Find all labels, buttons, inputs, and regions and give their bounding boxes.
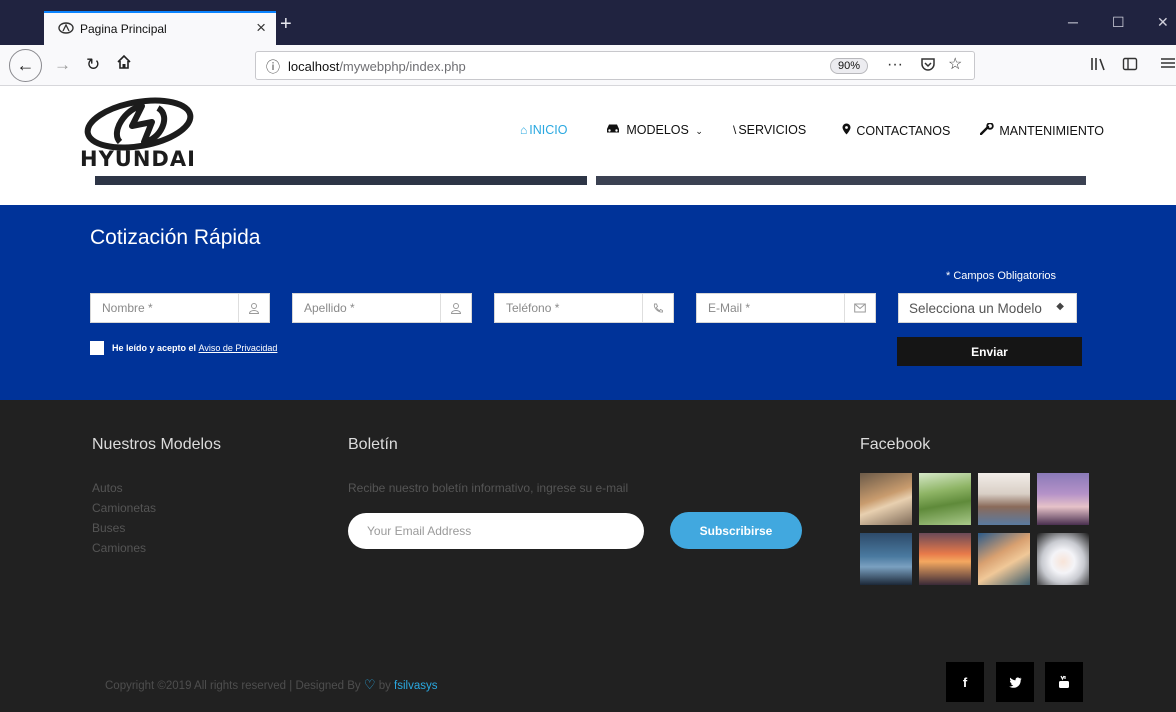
model-select[interactable]: Selecciona un Modelo ◆ [898, 293, 1077, 323]
user-icon [238, 294, 269, 322]
envelope-icon [844, 294, 875, 322]
facebook-photo[interactable] [919, 473, 971, 525]
maximize-icon[interactable]: ☐ [1112, 14, 1125, 30]
nav-item-inicio[interactable]: ⌂ INICIO [520, 123, 567, 137]
nav-item-servicios[interactable]: \ SERVICIOS [733, 123, 806, 137]
apellido-input[interactable] [293, 294, 441, 322]
hero-image-strip [596, 176, 1086, 185]
tab-close-icon[interactable]: × [256, 18, 266, 38]
footer-link-camiones[interactable]: Camiones [92, 541, 146, 555]
required-note: * Campos Obligatorios [946, 270, 1057, 282]
hero-image-strip [95, 176, 587, 185]
facebook-photo[interactable] [860, 473, 912, 525]
twitter-icon[interactable] [996, 662, 1034, 702]
forward-icon[interactable]: → [54, 54, 71, 76]
facebook-photo[interactable] [978, 533, 1030, 585]
nombre-field [90, 293, 270, 323]
bookmark-star-icon[interactable]: ☆ [948, 56, 962, 74]
footer-link-autos[interactable]: Autos [92, 481, 123, 495]
browser-nav-bar: ← → ↻ ⓘ localhost/mywebphp/index.php 90%… [0, 45, 1176, 86]
facebook-heading: Facebook [860, 436, 931, 453]
footer-link-buses[interactable]: Buses [92, 521, 125, 535]
facebook-icon[interactable]: f [946, 662, 984, 702]
facebook-photo[interactable] [1037, 533, 1089, 585]
models-heading: Nuestros Modelos [92, 436, 221, 453]
heart-icon: ♡ [363, 677, 376, 692]
car-icon [605, 123, 624, 137]
pocket-icon[interactable] [920, 56, 936, 77]
site-footer: Nuestros Modelos Autos Camionetas Buses … [0, 400, 1176, 712]
close-icon[interactable]: ✕ [1157, 14, 1169, 30]
privacy-terms: He leído y acepto el Aviso de Privacidad [112, 343, 278, 353]
url-text: localhost/mywebphp/index.php [288, 59, 466, 74]
menu-icon[interactable] [1161, 56, 1175, 75]
telefono-field [494, 293, 674, 323]
privacy-link[interactable]: Aviso de Privacidad [199, 343, 278, 353]
page-actions-icon[interactable]: ··· [887, 56, 903, 74]
apellido-field [292, 293, 472, 323]
library-icon[interactable] [1090, 56, 1107, 77]
logo-wordmark: HYUNDAI [80, 147, 196, 171]
zoom-badge[interactable]: 90% [830, 58, 869, 74]
select-arrow-icon: ◆ [1056, 301, 1064, 312]
tab-title: Pagina Principal [80, 22, 167, 36]
quick-quote-section: Cotización Rápida * Campos Obligatorios … [0, 205, 1176, 400]
youtube-icon[interactable] [1045, 662, 1083, 702]
nav-item-modelos[interactable]: MODELOS ⌄ [605, 123, 703, 137]
tab-favicon-icon [58, 20, 74, 39]
info-icon[interactable]: ⓘ [266, 57, 280, 77]
email-field [696, 293, 876, 323]
newsletter-text: Recibe nuestro boletín informativo, ingr… [348, 481, 629, 495]
facebook-photo[interactable] [919, 533, 971, 585]
url-bar[interactable]: ⓘ localhost/mywebphp/index.php 90% ··· ☆ [255, 51, 975, 80]
reload-icon[interactable]: ↻ [86, 54, 100, 76]
copyright-text: Copyright ©2019 All rights reserved | De… [105, 677, 438, 692]
wrench-icon [979, 122, 997, 138]
home-icon: ⌂ [520, 123, 528, 137]
rss-icon: \ [733, 123, 737, 137]
phone-icon [642, 294, 673, 322]
browser-tab-bar: Pagina Principal × + ─ ☐ ✕ [0, 0, 1176, 45]
designer-link[interactable]: fsilvasys [394, 680, 437, 692]
browser-tab[interactable]: Pagina Principal × [44, 11, 276, 45]
nav-item-contactanos[interactable]: CONTACTANOS [842, 123, 950, 138]
back-icon[interactable]: ← [9, 49, 42, 82]
quote-title: Cotización Rápida [90, 226, 261, 249]
minimize-icon[interactable]: ─ [1068, 14, 1078, 30]
facebook-photo[interactable] [860, 533, 912, 585]
new-tab-icon[interactable]: + [280, 14, 292, 34]
footer-link-camionetas[interactable]: Camionetas [92, 501, 156, 515]
newsletter-heading: Boletín [348, 436, 398, 453]
facebook-photo[interactable] [978, 473, 1030, 525]
sidebar-icon[interactable] [1122, 56, 1138, 77]
chevron-down-icon: ⌄ [695, 126, 703, 136]
privacy-checkbox[interactable] [90, 341, 104, 355]
nombre-input[interactable] [91, 294, 239, 322]
subscribe-button[interactable]: Subscribirse [670, 512, 802, 549]
newsletter-email-input[interactable] [348, 513, 644, 549]
nav-item-mantenimiento[interactable]: MANTENIMIENTO [979, 122, 1104, 138]
telefono-input[interactable] [495, 294, 643, 322]
enviar-button[interactable]: Enviar [897, 337, 1082, 366]
email-input[interactable] [697, 294, 845, 322]
user-icon [440, 294, 471, 322]
home-icon[interactable] [116, 54, 132, 76]
site-header: HYUNDAI ⌂ INICIO MODELOS ⌄ \ SERVICIOS CON… [0, 86, 1176, 204]
facebook-photo[interactable] [1037, 473, 1089, 525]
map-marker-icon [842, 123, 854, 138]
